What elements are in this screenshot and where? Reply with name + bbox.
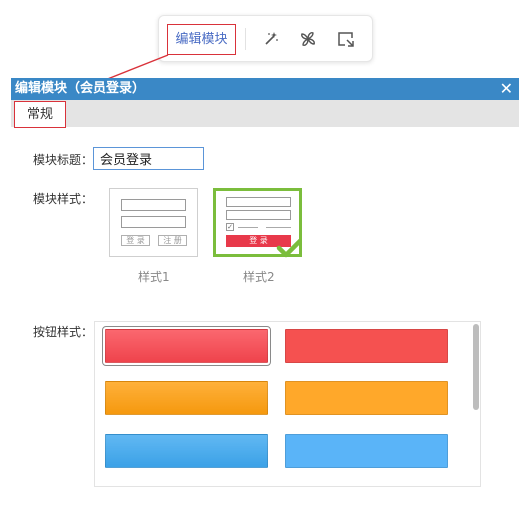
button-style-blue[interactable]	[105, 434, 268, 468]
thumb-username-field	[121, 199, 186, 211]
button-style-red[interactable]	[102, 326, 271, 366]
toolbar-divider	[245, 28, 246, 50]
thumb-remember-line	[238, 227, 258, 228]
module-title-input[interactable]	[93, 147, 204, 170]
dialog-header: 编辑模块（会员登录） ✕	[11, 78, 519, 100]
magic-wand-icon[interactable]	[261, 29, 281, 49]
dialog-title: 编辑模块（会员登录）	[15, 81, 146, 96]
button-style-orange-flat[interactable]	[285, 381, 448, 415]
resize-icon[interactable]	[336, 29, 356, 49]
pinwheel-icon[interactable]	[298, 29, 318, 49]
button-style-orange[interactable]	[105, 381, 268, 415]
thumb-username-field	[226, 197, 291, 207]
style-1-caption: 样式1	[138, 270, 170, 284]
thumb-password-field	[121, 216, 186, 228]
style-2-caption: 样式2	[243, 270, 275, 284]
button-style-red-flat[interactable]	[285, 329, 448, 363]
module-style-label: 模块样式：	[33, 192, 94, 206]
module-title-label: 模块标题：	[33, 153, 94, 167]
thumb-register-button: 注 册	[158, 235, 187, 246]
selected-check-icon	[276, 238, 302, 258]
thumb-remember-checkbox: ✓	[226, 223, 234, 231]
style-option-2[interactable]: ✓ 登 录	[213, 188, 302, 258]
thumb-password-field	[226, 210, 291, 220]
tab-general[interactable]: 常规	[14, 101, 66, 128]
thumb-login-button: 登 录	[121, 235, 150, 246]
floating-toolbar: 编辑模块	[158, 15, 373, 62]
button-style-panel	[94, 321, 481, 487]
button-style-label: 按钮样式：	[33, 325, 94, 339]
style-option-1[interactable]: 登 录 注 册	[109, 188, 198, 257]
thumb-forgot-line	[266, 227, 291, 228]
button-style-blue-flat[interactable]	[285, 434, 448, 468]
tab-bar: 常规	[11, 100, 519, 128]
edit-module-button[interactable]: 编辑模块	[167, 24, 236, 55]
button-panel-scrollbar[interactable]	[473, 324, 479, 410]
close-icon[interactable]: ✕	[500, 78, 513, 100]
